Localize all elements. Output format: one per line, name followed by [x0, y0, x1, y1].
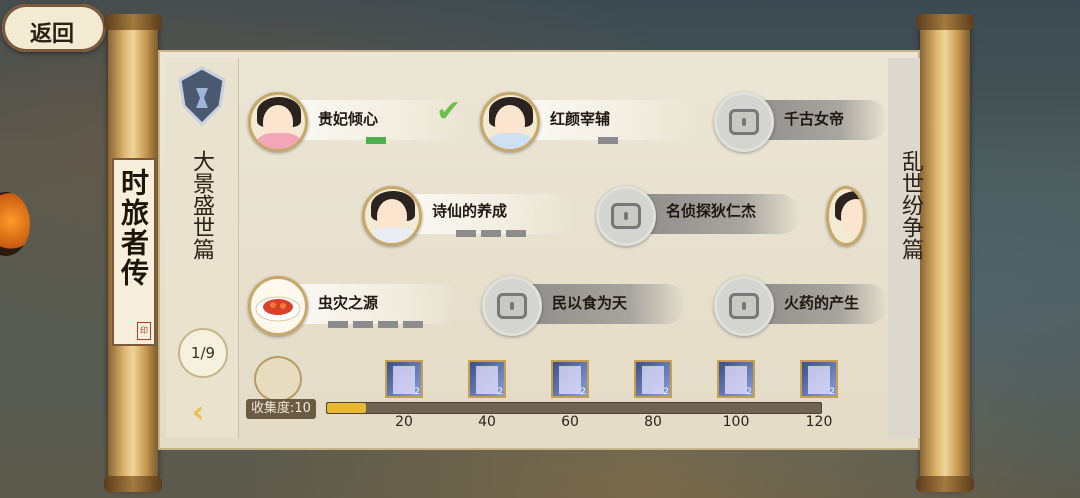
node-locked[interactable] — [596, 186, 656, 246]
node-portrait-partial[interactable] — [826, 186, 866, 246]
progress-segment — [328, 321, 348, 328]
lock-icon — [497, 293, 527, 319]
reward-image — [642, 366, 664, 394]
progress-segment — [598, 137, 618, 144]
collection-progress-fill — [327, 403, 366, 413]
node-label: 千古女帝 — [784, 110, 845, 128]
roller-cap — [104, 14, 162, 30]
node-portrait-guifei[interactable] — [248, 92, 308, 152]
node-label: 贵妃倾心 — [318, 110, 379, 128]
node-locked[interactable] — [482, 276, 542, 336]
node-progress — [366, 129, 391, 144]
node-label: 民以食为天 — [552, 294, 628, 312]
milestone-label: 120 — [805, 414, 833, 430]
roller-cap — [104, 476, 162, 492]
reward-image — [808, 366, 830, 394]
node-portrait-shixian[interactable] — [362, 186, 422, 246]
node-locked[interactable] — [714, 276, 774, 336]
node-food-dish[interactable] — [248, 276, 308, 336]
milestone-label: 60 — [561, 414, 579, 430]
node-locked[interactable] — [714, 92, 774, 152]
node-portrait-hongyan[interactable] — [480, 92, 540, 152]
reward-qty: 2 — [829, 387, 835, 397]
reward-image — [725, 366, 747, 394]
progress-segment — [366, 137, 386, 144]
lock-icon — [729, 293, 759, 319]
collection-label: 收集度:10 — [246, 399, 316, 419]
check-icon: ✔ — [436, 94, 462, 129]
back-label: 返回 — [30, 21, 75, 47]
collection-track — [326, 402, 822, 414]
lock-icon — [611, 203, 641, 229]
reward-card-icon[interactable]: 2 — [634, 360, 672, 398]
face-icon — [841, 199, 863, 233]
node-label: 虫灾之源 — [318, 294, 379, 312]
node-label: 火药的产生 — [784, 294, 860, 312]
side-title: 时旅者传 — [117, 168, 150, 288]
reward-image — [559, 366, 581, 394]
reward-image — [393, 366, 415, 394]
dish-icon — [255, 296, 301, 322]
progress-segment — [481, 230, 501, 237]
reward-image — [476, 366, 498, 394]
roller-cap — [916, 14, 974, 30]
progress-segment — [378, 321, 398, 328]
progress-segment — [506, 230, 526, 237]
lock-icon — [729, 109, 759, 135]
milestone-label: 80 — [644, 414, 662, 430]
reward-qty: 2 — [746, 387, 752, 397]
chapter-emblem-icon — [178, 66, 226, 127]
milestone-label: 40 — [478, 414, 496, 430]
milestone-label: 20 — [395, 414, 413, 430]
node-label: 红颜宰辅 — [550, 110, 611, 128]
node-label: 名侦探狄仁杰 — [666, 202, 757, 220]
reward-qty: 2 — [497, 387, 503, 397]
chapter-title: 大景盛世篇 — [189, 150, 214, 260]
progress-segment — [353, 321, 373, 328]
back-button[interactable]: 返回 — [2, 0, 112, 58]
reward-card-icon[interactable]: 2 — [717, 360, 755, 398]
reward-card-icon[interactable]: 2 — [385, 360, 423, 398]
reward-qty: 2 — [414, 387, 420, 397]
prev-chapter-arrow-icon[interactable]: ‹ — [192, 398, 214, 428]
node-progress — [598, 129, 623, 144]
seal-stamp: 印 — [137, 322, 151, 340]
collection-scroll-icon[interactable] — [254, 356, 302, 402]
node-progress — [456, 222, 531, 237]
progress-segment — [403, 321, 423, 328]
reward-qty: 2 — [663, 387, 669, 397]
node-progress — [328, 313, 428, 328]
node-label: 诗仙的养成 — [432, 202, 508, 220]
roller-cap — [916, 476, 974, 492]
reward-card-icon[interactable]: 2 — [551, 360, 589, 398]
reward-card-icon[interactable]: 2 — [800, 360, 838, 398]
progress-segment — [456, 230, 476, 237]
page-indicator: 1/9 — [178, 328, 228, 378]
scroll-roller-right — [916, 14, 974, 492]
next-chapter-title: 乱世纷争篇 — [898, 150, 923, 260]
reward-qty: 2 — [580, 387, 586, 397]
reward-card-icon[interactable]: 2 — [468, 360, 506, 398]
milestone-label: 100 — [722, 414, 750, 430]
